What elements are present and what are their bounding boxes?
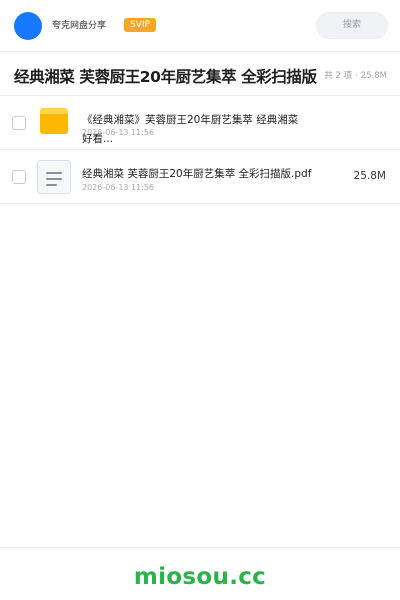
folder-icon bbox=[40, 108, 68, 134]
item-count: 共 2 项 bbox=[324, 71, 353, 81]
document-icon bbox=[37, 160, 71, 194]
file-name-continued[interactable]: 好看... bbox=[82, 131, 113, 146]
file-size: 25.8M bbox=[353, 170, 386, 182]
select-checkbox[interactable] bbox=[12, 116, 26, 130]
search-input[interactable]: 搜索 bbox=[316, 12, 388, 39]
select-checkbox[interactable] bbox=[12, 170, 26, 184]
list-item[interactable]: 经典湘菜 芙蓉厨王20年厨艺集萃 全彩扫描版.pdf 2026-06-13 11… bbox=[0, 150, 400, 204]
share-summary: 共 2 项 · 25.8M bbox=[324, 69, 387, 81]
share-title-row: 经典湘菜 芙蓉厨王20年厨艺集萃 全彩扫描版 共 2 项 · 25.8M bbox=[0, 52, 400, 96]
username: 夸克网盘分享 bbox=[52, 21, 107, 31]
footer: miosou.cc bbox=[0, 547, 400, 600]
file-name[interactable]: 经典湘菜 芙蓉厨王20年厨艺集萃 全彩扫描版.pdf bbox=[82, 166, 311, 181]
brand-watermark: miosou.cc bbox=[133, 564, 267, 590]
file-date: 2026-06-13 11:56 bbox=[82, 183, 155, 192]
avatar[interactable] bbox=[14, 12, 42, 40]
summary-separator: · bbox=[355, 71, 358, 81]
total-size: 25.8M bbox=[360, 71, 387, 81]
header-bar: 夸克网盘分享 SVIP 搜索 bbox=[0, 0, 400, 52]
list-item[interactable]: 《经典湘菜》芙蓉厨王20年厨艺集萃 经典湘菜 2026-06-13 11:56 … bbox=[0, 96, 400, 150]
svip-badge: SVIP bbox=[124, 18, 156, 32]
page-title: 经典湘菜 芙蓉厨王20年厨艺集萃 全彩扫描版 bbox=[14, 68, 317, 86]
file-name[interactable]: 《经典湘菜》芙蓉厨王20年厨艺集萃 经典湘菜 bbox=[82, 112, 298, 127]
